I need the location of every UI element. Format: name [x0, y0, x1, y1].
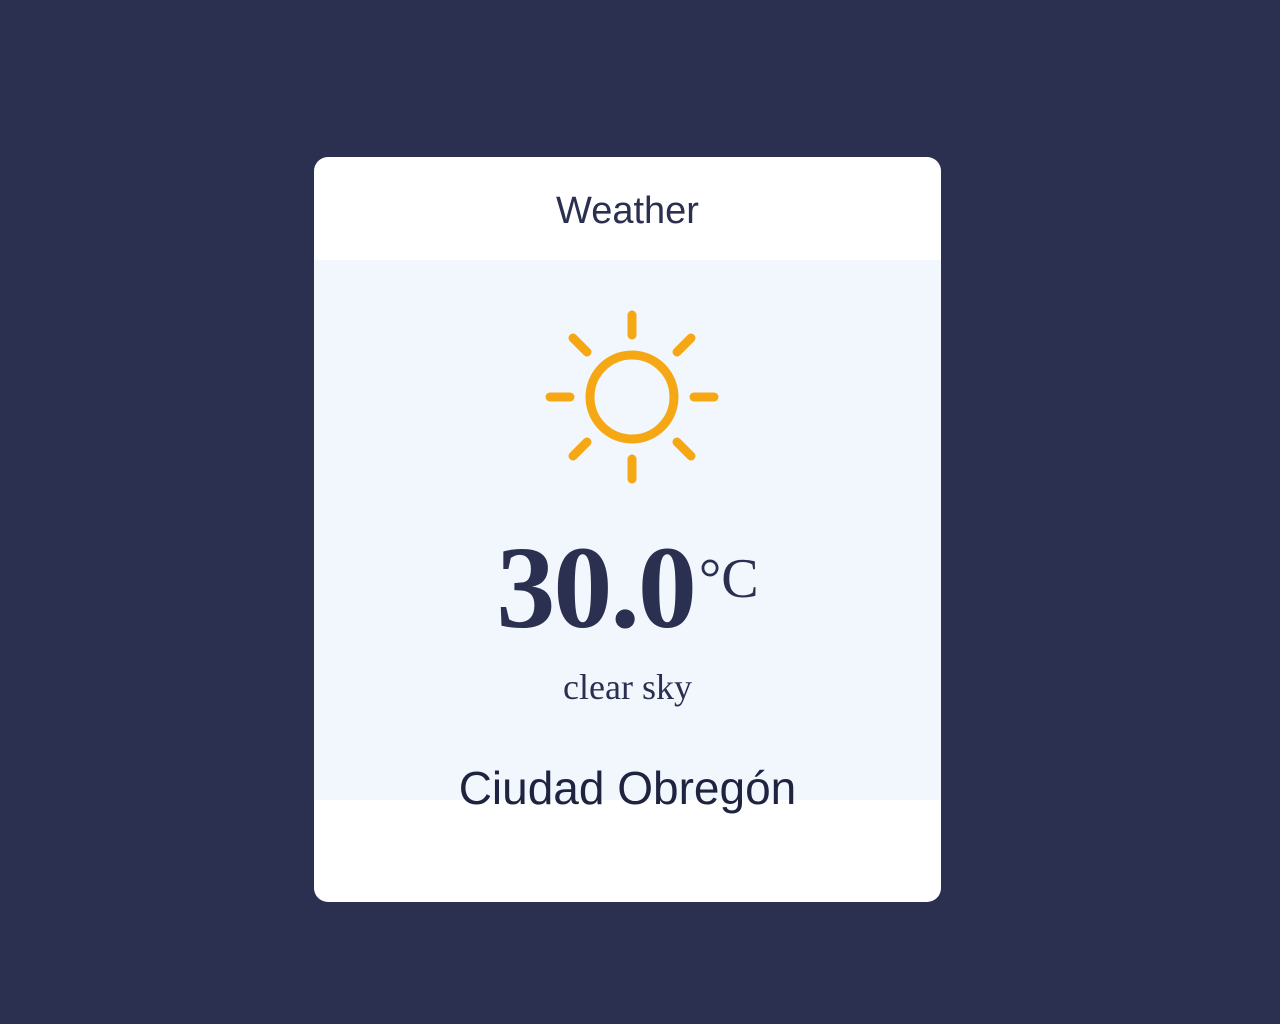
card-title: Weather — [556, 189, 699, 232]
sun-icon — [542, 307, 722, 487]
weather-card: Weather 30.0°C clear sky Ciudad Obregón — [314, 157, 941, 902]
temperature-value: 30.0 — [496, 522, 696, 653]
weather-description: clear sky — [563, 667, 692, 707]
city-name: Ciudad Obregón — [458, 762, 797, 814]
temperature-unit: °C — [698, 548, 759, 610]
temperature-display: 30.0°C — [314, 529, 941, 647]
